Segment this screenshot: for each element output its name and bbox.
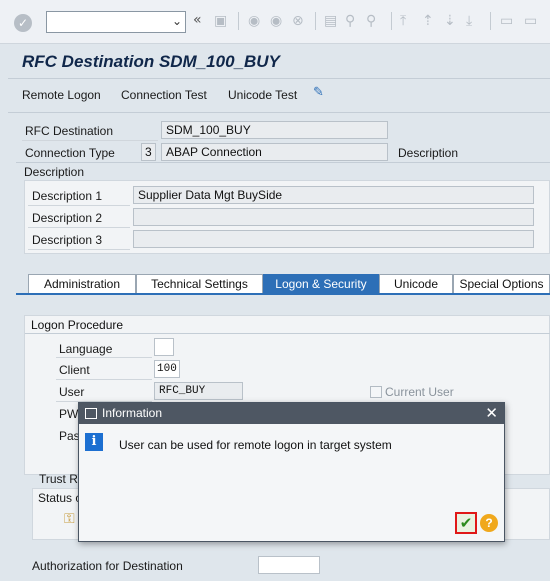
information-dialog: Information ✕ i User can be used for rem… [78,402,505,542]
help-button[interactable]: ? [480,514,498,532]
toolbar-separator [391,12,392,30]
current-user-checkbox[interactable] [370,386,382,398]
tab-administration[interactable]: Administration [28,274,136,294]
dialog-title: Information [102,406,163,420]
client-field[interactable]: 100 [154,360,180,378]
close-icon[interactable]: ✕ [485,403,498,424]
tab-underline [16,293,550,295]
find-icon[interactable]: ⚲ [345,14,355,28]
dialog-message: User can be used for remote logon in tar… [119,438,392,452]
description-heading: Description [24,165,85,179]
display-change-icon[interactable]: ✎ [313,86,324,100]
authorization-label: Authorization for Destination [32,559,183,573]
confirm-button[interactable]: ✔ [455,512,477,534]
next-page-icon[interactable]: ⇣ [444,14,456,28]
new-session-icon[interactable]: ▭ [500,14,513,28]
connection-type-label: Connection Type [25,146,115,160]
user-field[interactable]: RFC_BUY [154,382,243,400]
trust-relationship-label: Trust R [39,472,78,486]
tab-logon-security[interactable]: Logon & Security [263,274,379,294]
language-label: Language [59,342,113,356]
user-label: User [59,385,85,399]
description-label: Description [398,146,459,160]
description-divider [16,162,550,163]
window-icon [85,408,97,419]
connection-type-code-field[interactable]: 3 [141,143,156,161]
tab-special-options[interactable]: Special Options [453,274,550,294]
desc1-field[interactable]: Supplier Data Mgt BuySide [133,186,534,204]
chevron-down-icon[interactable]: ⌄ [172,14,182,28]
title-divider [8,78,550,79]
double-chevron-icon[interactable]: « [193,13,202,27]
save-icon[interactable]: ▣ [214,14,227,28]
authorization-field[interactable] [258,556,320,574]
toolbar-separator [315,12,316,30]
tab-technical-settings[interactable]: Technical Settings [136,274,263,294]
command-field[interactable]: ⌄ [46,11,186,33]
enter-icon[interactable]: ✓ [14,14,32,32]
rfc-destination-field[interactable]: SDM_100_BUY [161,121,388,139]
desc3-label: Description 3 [32,233,103,247]
client-label: Client [59,363,90,377]
toolbar-separator [490,12,491,30]
desc1-label: Description 1 [32,189,103,203]
tab-unicode[interactable]: Unicode [379,274,453,294]
key-icon[interactable]: ⚿ [64,512,75,526]
prev-page-icon[interactable]: ⇡ [422,14,434,28]
toolbar-separator [238,12,239,30]
connection-test-button[interactable]: Connection Test [121,88,207,102]
nav-back-icon[interactable]: ◉ [248,14,260,28]
last-page-icon[interactable]: ⤓ [466,14,472,28]
system-toolbar: ✓ ⌄ « ▣ ◉ ◉ ⊗ ▤ ⚲ ⚲ ⤒ ⇡ ⇣ ⤓ ▭ ▭ [0,0,550,44]
pw-label: PW [59,407,79,421]
language-field[interactable] [154,338,174,356]
first-page-icon[interactable]: ⤒ [400,14,406,28]
connection-type-field: ABAP Connection [161,143,388,161]
desc2-label: Description 2 [32,211,103,225]
dialog-header: Information ✕ [79,403,504,424]
rfc-destination-label: RFC Destination [25,124,114,138]
unicode-test-button[interactable]: Unicode Test [228,88,297,102]
logon-procedure-heading: Logon Procedure [31,318,124,332]
cancel-icon[interactable]: ⊗ [292,14,304,28]
shortcut-icon[interactable]: ▭ [524,14,537,28]
info-icon: i [85,433,103,451]
app-toolbar-divider [8,112,550,113]
pass-label: Pas [59,429,80,443]
print-icon[interactable]: ▤ [324,14,337,28]
current-user-label: Current User [385,385,454,399]
find-next-icon[interactable]: ⚲ [366,14,376,28]
desc3-field[interactable] [133,230,534,248]
status-label: Status c [38,491,82,505]
exit-icon[interactable]: ◉ [270,14,282,28]
logon-heading-divider [25,333,550,334]
remote-logon-button[interactable]: Remote Logon [22,88,101,102]
desc2-field[interactable] [133,208,534,226]
page-title: RFC Destination SDM_100_BUY [22,52,280,71]
